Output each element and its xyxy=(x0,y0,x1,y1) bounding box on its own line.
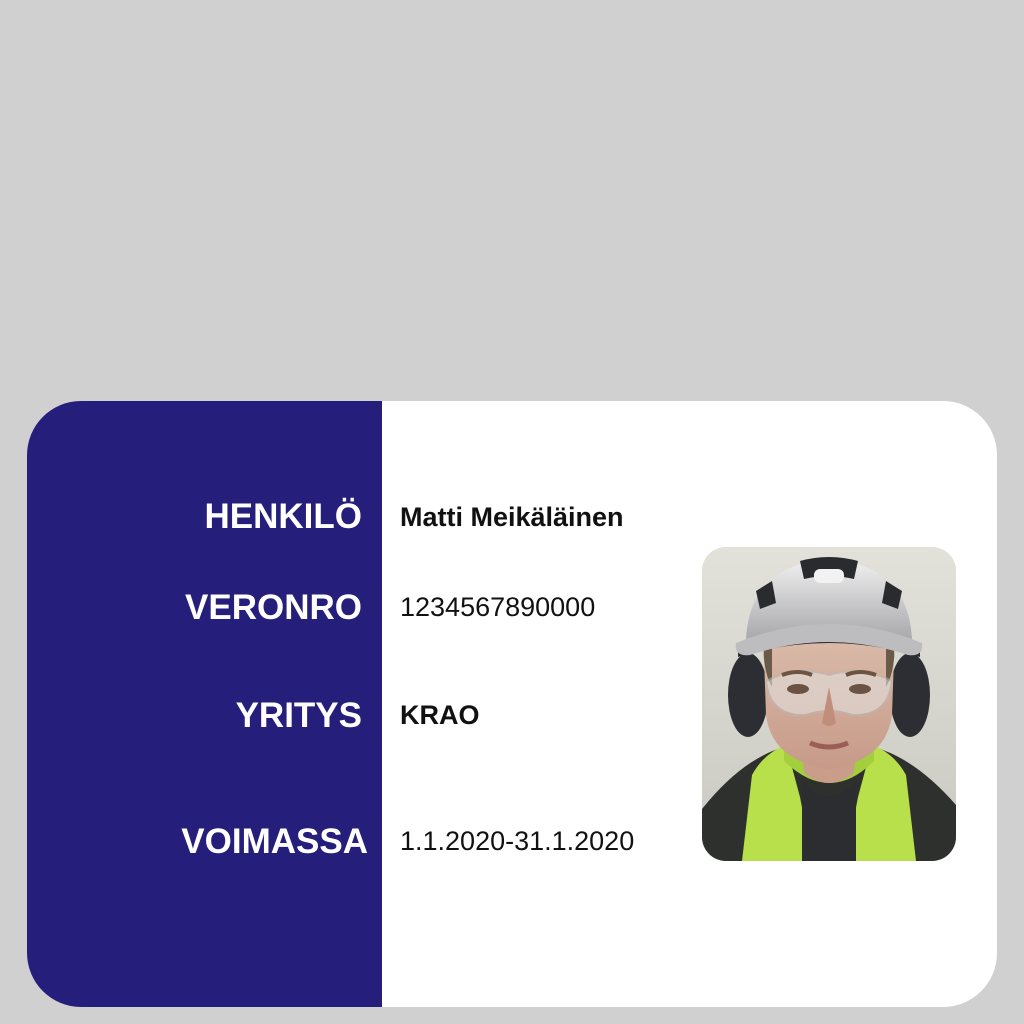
value-company: KRAO xyxy=(400,700,480,730)
id-card: HENKILÖ VERONRO YRITYS VOIMASSA Matti Me… xyxy=(27,401,997,1007)
label-yritys: YRITYS xyxy=(235,696,362,735)
label-panel: HENKILÖ VERONRO YRITYS VOIMASSA xyxy=(27,401,382,1007)
value-person-name: Matti Meikäläinen xyxy=(400,502,624,532)
label-veronro: VERONRO xyxy=(185,588,362,627)
label-voimassa: VOIMASSA xyxy=(181,822,368,861)
value-tax-number: 1234567890000 xyxy=(400,592,596,622)
label-henkilo: HENKILÖ xyxy=(204,497,363,536)
worker-portrait-icon xyxy=(702,547,956,861)
page-background: HENKILÖ VERONRO YRITYS VOIMASSA Matti Me… xyxy=(0,0,1024,1024)
value-validity: 1.1.2020-31.1.2020 xyxy=(400,826,635,856)
